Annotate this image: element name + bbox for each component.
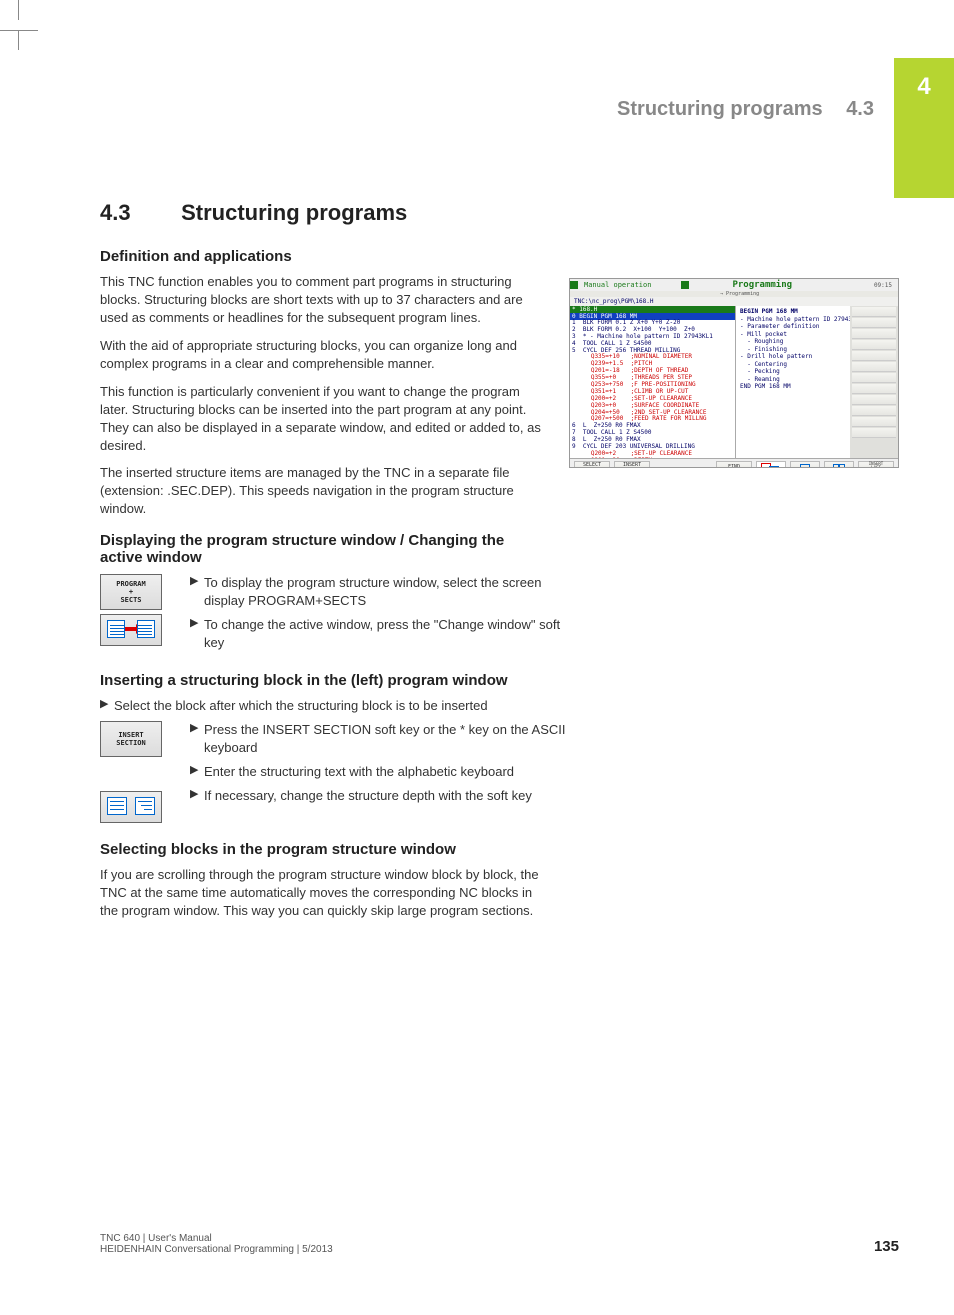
triangle-bullet-icon: ▶ (190, 616, 204, 652)
fig-structure-line: - Centering (740, 361, 846, 369)
running-header: Structuring programs 4.3 (617, 98, 874, 121)
subheading-definition: Definition and applications (100, 248, 550, 265)
triangle-bullet-icon: ▶ (190, 787, 204, 805)
fig-manual-op-label: Manual operation (584, 281, 651, 289)
mode-icon (681, 281, 689, 289)
crop-mark (18, 0, 19, 20)
fig-structure-line: - Parameter definition (740, 323, 846, 331)
fig-program-pane: * 168.H 0 BEGIN PGM 168 MM 1 BLK FORM 0.… (570, 306, 735, 458)
crop-mark (0, 30, 20, 31)
fig-structure-line: - Finishing (740, 346, 846, 354)
paragraph: If you are scrolling through the program… (100, 866, 550, 920)
crop-mark (18, 30, 38, 50)
fig-titlebar: Manual operation Programming 09:15 (570, 279, 898, 291)
screenshot-figure: Manual operation Programming 09:15 → Pro… (569, 278, 899, 468)
softkey-program-sects: PROGRAM + SECTS (100, 574, 162, 610)
paragraph: This function is particularly convenient… (100, 383, 550, 455)
arrow-right-icon (125, 627, 137, 631)
fig-structure-title: BEGIN PGM 168 MM (740, 308, 846, 316)
page-number: 135 (874, 1238, 899, 1255)
fig-structure-line: - Reaming (740, 376, 846, 384)
fig-btn-insert-last: INSERT LAST NC BLOCK (858, 461, 894, 469)
paragraph: The inserted structure items are managed… (100, 464, 550, 518)
fig-structure-line: - Pecking (740, 368, 846, 376)
fig-time: 09:15 (874, 282, 892, 289)
fig-btn-select-block: SELECT BLOCK (574, 461, 610, 469)
list-item: ▶ Select the block after which the struc… (100, 697, 550, 715)
mode-icon (570, 281, 578, 289)
fig-btn-split-icon (824, 461, 854, 469)
chapter-tab: 4 (894, 58, 954, 198)
fig-structure-line: - Machine hole pattern ID 27943KL1 (740, 316, 846, 324)
list-item: ▶ If necessary, change the structure dep… (190, 787, 570, 805)
paragraph: With the aid of appropriate structuring … (100, 337, 550, 373)
section-title: Structuring programs (181, 200, 407, 225)
footer-line1: TNC 640 | User's Manual (100, 1233, 333, 1244)
page-footer: TNC 640 | User's Manual HEIDENHAIN Conve… (100, 1233, 899, 1255)
section-number: 4.3 (100, 200, 175, 226)
section-heading: 4.3 Structuring programs (100, 200, 860, 226)
fig-structure-line: - Drill hole pattern (740, 353, 846, 361)
fig-side-softkeys (850, 306, 898, 458)
softkey-structure-depth-icon (100, 791, 162, 823)
triangle-bullet-icon: ▶ (190, 763, 204, 781)
footer-line2: HEIDENHAIN Conversational Programming | … (100, 1244, 333, 1255)
paragraph: This TNC function enables you to comment… (100, 273, 550, 327)
header-section-number: 4.3 (846, 98, 874, 120)
fig-structure-line: - Mill pocket (740, 331, 846, 339)
subheading-inserting: Inserting a structuring block in the (le… (100, 672, 550, 689)
triangle-bullet-icon: ▶ (100, 697, 114, 715)
fig-btn-window-icon (790, 461, 820, 469)
fig-path: TNC:\nc_prog\PGM\168.H (570, 297, 898, 306)
softkey-insert-section: INSERT SECTION (100, 721, 162, 757)
fig-structure-pane: BEGIN PGM 168 MM - Machine hole pattern … (735, 306, 850, 458)
fig-structure-line: - Roughing (740, 338, 846, 346)
header-title: Structuring programs (617, 98, 823, 120)
subheading-selecting: Selecting blocks in the program structur… (100, 841, 550, 858)
triangle-bullet-icon: ▶ (190, 574, 204, 610)
list-item: ▶ To change the active window, press the… (190, 616, 570, 652)
triangle-bullet-icon: ▶ (190, 721, 204, 757)
fig-btn-clipboard-icon (756, 461, 786, 469)
fig-bottom-softkey-row: SELECT BLOCK INSERT BLOCK FIND INSERT LA… (570, 458, 898, 468)
fig-programming-label: Programming (732, 280, 792, 290)
list-item: ▶ Press the INSERT SECTION soft key or t… (190, 721, 570, 757)
fig-btn-insert-block: INSERT BLOCK (614, 461, 650, 469)
fig-btn-find: FIND (716, 461, 752, 469)
fig-structure-line: END PGM 168 MM (740, 383, 846, 391)
subheading-displaying: Displaying the program structure window … (100, 532, 550, 566)
fig-file-row: * 168.H (570, 306, 735, 313)
list-item: ▶ Enter the structuring text with the al… (190, 763, 570, 781)
list-item: ▶ To display the program structure windo… (190, 574, 570, 610)
softkey-change-window-icon (100, 614, 162, 646)
